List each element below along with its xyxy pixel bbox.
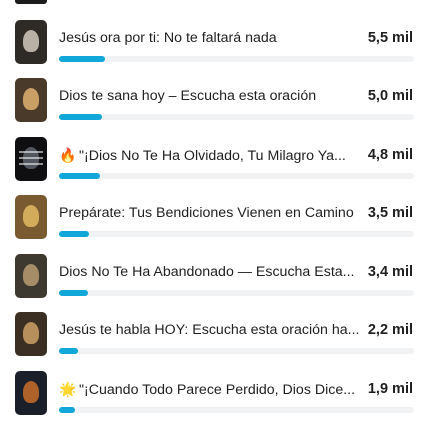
thumbnail-text-line (19, 151, 43, 153)
video-row[interactable]: Prepárate: Tus Bendiciones Vienen en Cam… (0, 195, 430, 253)
star-emoji-icon: 🌟 (59, 381, 77, 397)
video-thumbnail[interactable] (15, 371, 47, 415)
video-thumbnail[interactable] (15, 195, 47, 239)
video-title-text: "¡Dios No Te Ha Olvidado, Tu Milagro Ya.… (79, 148, 346, 164)
video-title[interactable]: Dios No Te Ha Abandonado — Escucha Esta.… (59, 263, 359, 281)
video-title[interactable]: Jesús te habla HOY: Escucha esta oración… (59, 321, 359, 339)
progress-fill (59, 348, 78, 354)
thumbnail-text-line (19, 163, 43, 165)
progress-track (59, 348, 414, 354)
view-count: 5,0 mil (367, 88, 413, 104)
video-row[interactable]: Dios te sana hoy – Escucha esta oración 5… (0, 78, 430, 136)
progress-track (59, 114, 414, 120)
progress-track (59, 290, 414, 296)
view-count: 4,8 mil (367, 147, 413, 163)
video-thumbnail[interactable] (15, 78, 47, 122)
video-title[interactable]: Dios te sana hoy – Escucha esta oración (59, 87, 359, 105)
video-thumbnail[interactable] (15, 312, 47, 356)
progress-fill (59, 56, 106, 62)
view-count: 3,5 mil (367, 205, 413, 221)
video-title[interactable]: Jesús ora por ti: No te faltará nada (59, 29, 359, 47)
video-title-text: "¡Cuando Todo Parece Perdido, Dios Dice.… (79, 382, 356, 398)
video-title-text: Jesús te habla HOY: Escucha esta oración… (59, 322, 359, 338)
video-title[interactable]: 🔥 "¡Dios No Te Ha Olvidado, Tu Milagro Ya… (59, 146, 359, 165)
video-thumbnail[interactable] (15, 137, 47, 181)
video-title-text: Dios te sana hoy – Escucha esta oración (59, 88, 317, 104)
video-row[interactable]: Jesús te habla HOY: Escucha esta oración… (0, 312, 430, 370)
video-thumbnail[interactable] (15, 254, 47, 298)
fire-emoji-icon: 🔥 (59, 147, 77, 163)
previous-thumbnail-edge (15, 0, 47, 4)
progress-track (59, 407, 414, 413)
video-row[interactable]: Jesús ora por ti: No te faltará nada 5,5 … (0, 20, 430, 78)
video-title-text: Jesús ora por ti: No te faltará nada (59, 30, 277, 46)
progress-fill (59, 231, 90, 237)
view-count: 3,4 mil (367, 264, 413, 280)
view-count: 1,9 mil (367, 381, 413, 397)
progress-track (59, 56, 414, 62)
video-row[interactable]: 🌟 "¡Cuando Todo Parece Perdido, Dios Dice… (0, 371, 430, 429)
video-row[interactable]: 🔥 "¡Dios No Te Ha Olvidado, Tu Milagro Ya… (0, 137, 430, 195)
video-title[interactable]: Prepárate: Tus Bendiciones Vienen en Cam… (59, 204, 359, 222)
video-title-text: Prepárate: Tus Bendiciones Vienen en Cam… (59, 205, 354, 221)
thumbnail-text-line (19, 157, 43, 159)
video-title[interactable]: 🌟 "¡Cuando Todo Parece Perdido, Dios Dice… (59, 380, 359, 399)
view-count: 5,5 mil (367, 30, 413, 46)
progress-track (59, 173, 414, 179)
progress-fill (59, 407, 76, 413)
view-count: 2,2 mil (367, 322, 413, 338)
video-row[interactable]: Dios No Te Ha Abandonado — Escucha Esta.… (0, 254, 430, 312)
progress-fill (59, 290, 89, 296)
progress-fill (59, 173, 100, 179)
video-title-text: Dios No Te Ha Abandonado — Escucha Esta.… (59, 264, 355, 280)
progress-track (59, 231, 414, 237)
progress-fill (59, 114, 102, 120)
video-thumbnail[interactable] (15, 20, 47, 64)
